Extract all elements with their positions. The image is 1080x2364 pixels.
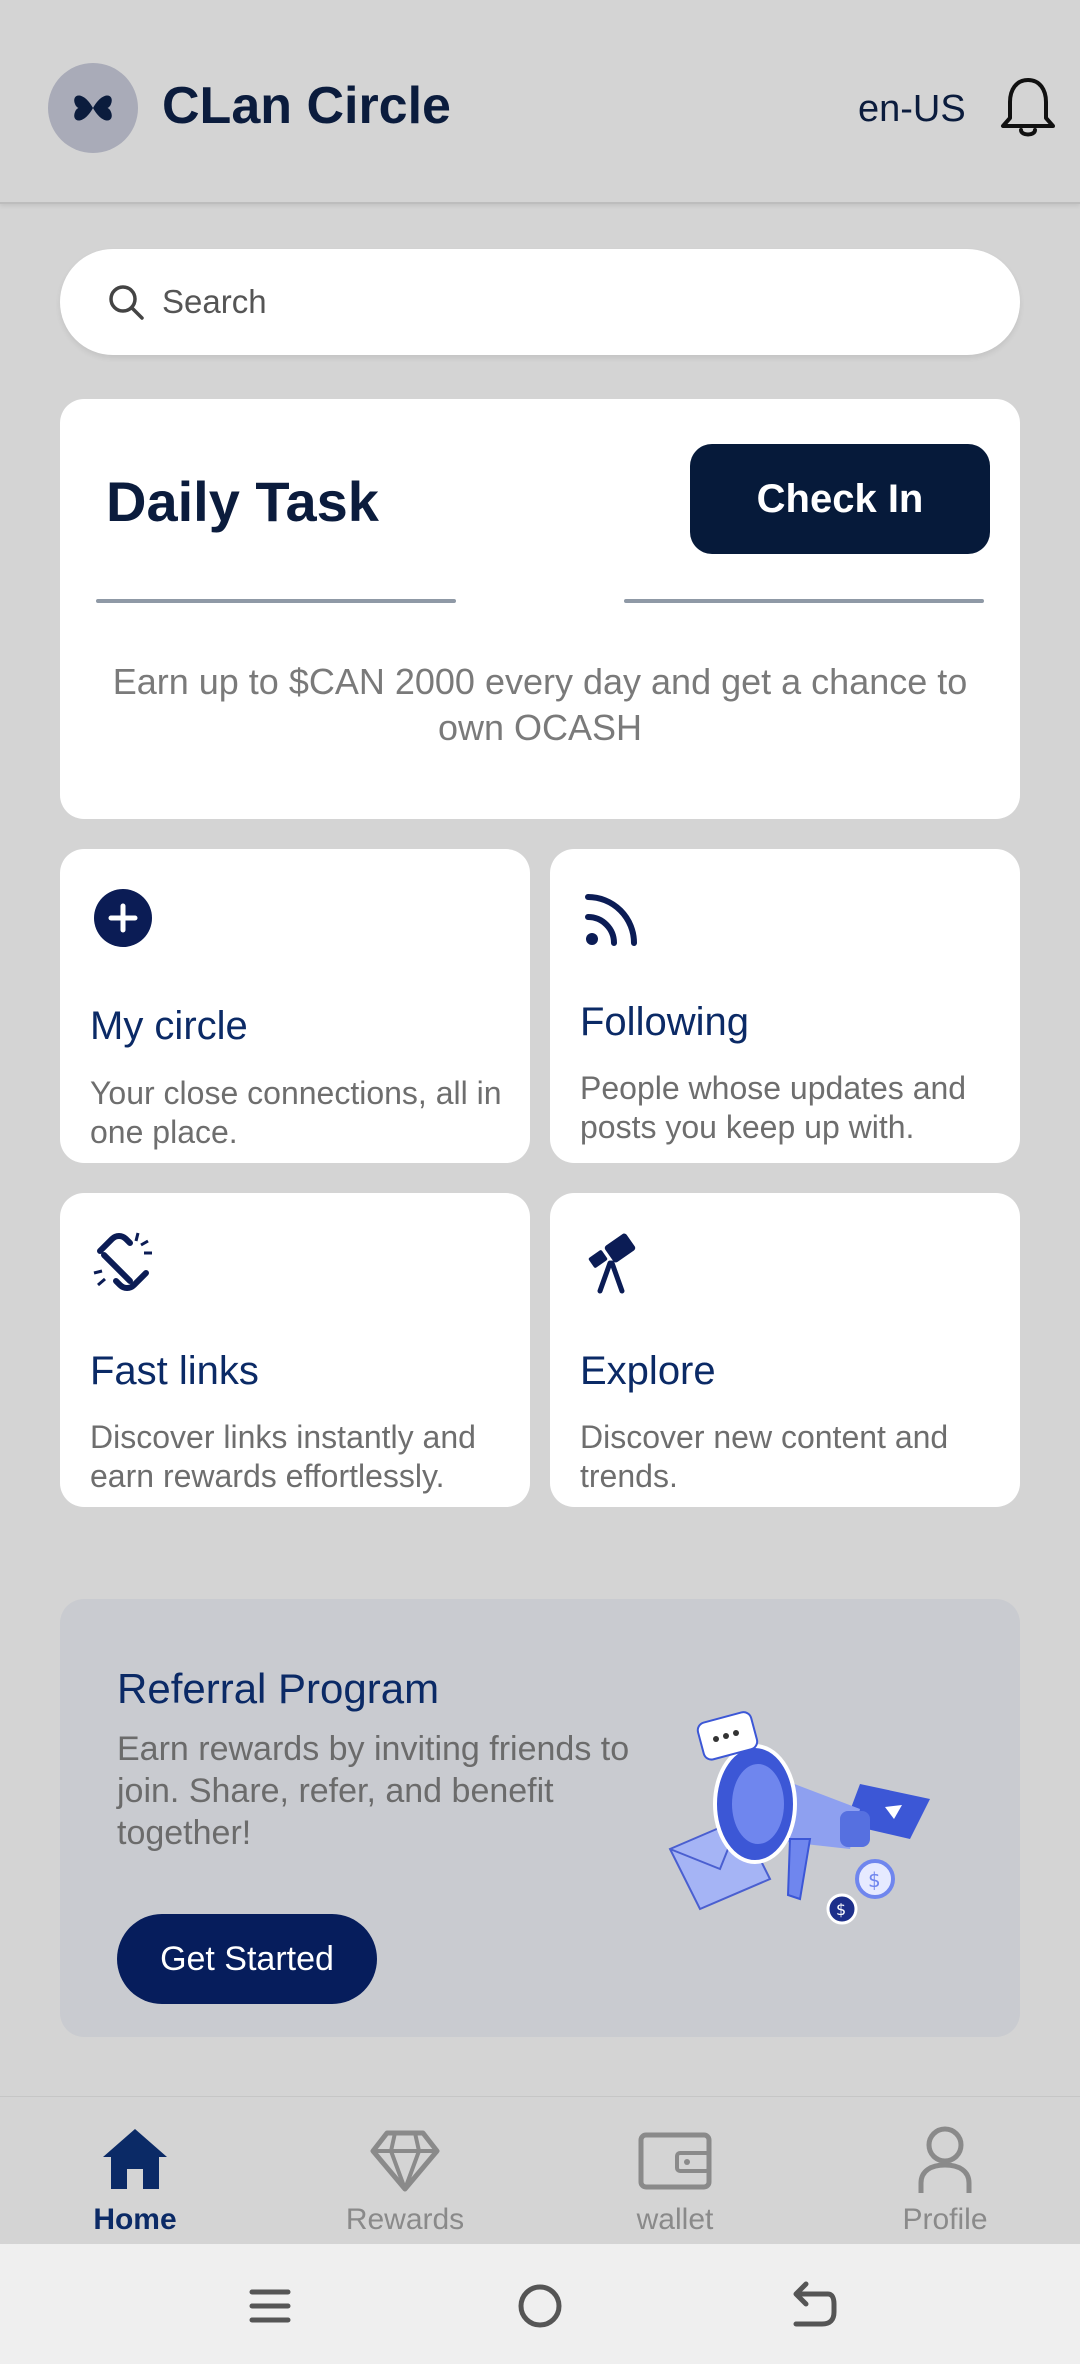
home-icon (103, 2129, 167, 2189)
menu-icon[interactable] (242, 2278, 298, 2334)
telescope-icon (588, 1233, 636, 1294)
nav-label: Home (93, 2203, 177, 2236)
nav-label: Rewards (345, 2203, 465, 2236)
nav-rewards[interactable]: Rewards (270, 2097, 540, 2245)
card-my-circle[interactable]: My circle Your close connections, all in… (60, 849, 530, 1163)
card-title: My circle (90, 1004, 248, 1048)
divider-right (624, 599, 984, 603)
back-icon[interactable] (782, 2278, 838, 2334)
nav-wallet[interactable]: wallet (540, 2097, 810, 2245)
divider-left (96, 599, 456, 603)
megaphone-illustration: $ $ (668, 1711, 930, 1925)
card-explore[interactable]: Explore Discover new content and trends. (550, 1193, 1020, 1507)
check-in-button[interactable]: Check In (690, 444, 990, 554)
plus-circle-icon (94, 889, 152, 947)
app-logo[interactable] (48, 63, 138, 153)
daily-task-card: Daily Task Check In Earn up to $CAN 2000… (60, 399, 1020, 819)
nav-label: wallet (636, 2203, 714, 2236)
card-description: Discover links instantly and earn reward… (90, 1419, 476, 1494)
nav-profile[interactable]: Profile (810, 2097, 1080, 2245)
card-description: People whose updates and posts you keep … (580, 1070, 967, 1145)
card-description: Discover new content and trends. (580, 1419, 949, 1494)
person-icon (918, 2126, 972, 2193)
search-icon (109, 285, 144, 320)
daily-task-description: Earn up to $CAN 2000 every day and get a… (112, 661, 968, 748)
get-started-button[interactable]: Get Started (117, 1914, 377, 2004)
referral-program-banner: Referral Program Earn rewards by invitin… (60, 1599, 1020, 2037)
locale-selector[interactable]: en-US (858, 88, 966, 131)
bottom-navigation: Home Rewards wallet Profile (0, 2096, 1080, 2244)
svg-text:$: $ (836, 1900, 846, 1919)
search-input[interactable] (162, 249, 982, 355)
card-title: Following (580, 1000, 749, 1044)
wallet-icon (638, 2132, 712, 2190)
referral-title: Referral Program (117, 1665, 440, 1712)
rss-feed-icon (585, 894, 637, 946)
card-fast-links[interactable]: Fast links Discover links instantly and … (60, 1193, 530, 1507)
broken-link-icon (93, 1232, 152, 1291)
card-description: Your close connections, all in one place… (90, 1075, 502, 1150)
nav-home[interactable]: Home (0, 2097, 270, 2245)
nav-label: Profile (902, 2203, 988, 2236)
notification-bell-icon[interactable] (996, 74, 1060, 142)
daily-task-title: Daily Task (106, 470, 379, 533)
diamond-icon (370, 2130, 440, 2192)
app-header: CLan Circle en-US (0, 0, 1080, 204)
card-following[interactable]: Following People whose updates and posts… (550, 849, 1020, 1163)
home-circle-icon[interactable] (512, 2278, 568, 2334)
referral-description: Earn rewards by inviting friends to join… (117, 1730, 630, 1852)
search-bar[interactable] (60, 249, 1020, 355)
card-title: Fast links (90, 1349, 259, 1393)
card-title: Explore (580, 1349, 716, 1393)
system-navigation-bar (0, 2244, 1080, 2364)
svg-text:$: $ (868, 1868, 881, 1892)
clan-logo-icon (74, 95, 112, 121)
app-title: CLan Circle (162, 77, 451, 135)
